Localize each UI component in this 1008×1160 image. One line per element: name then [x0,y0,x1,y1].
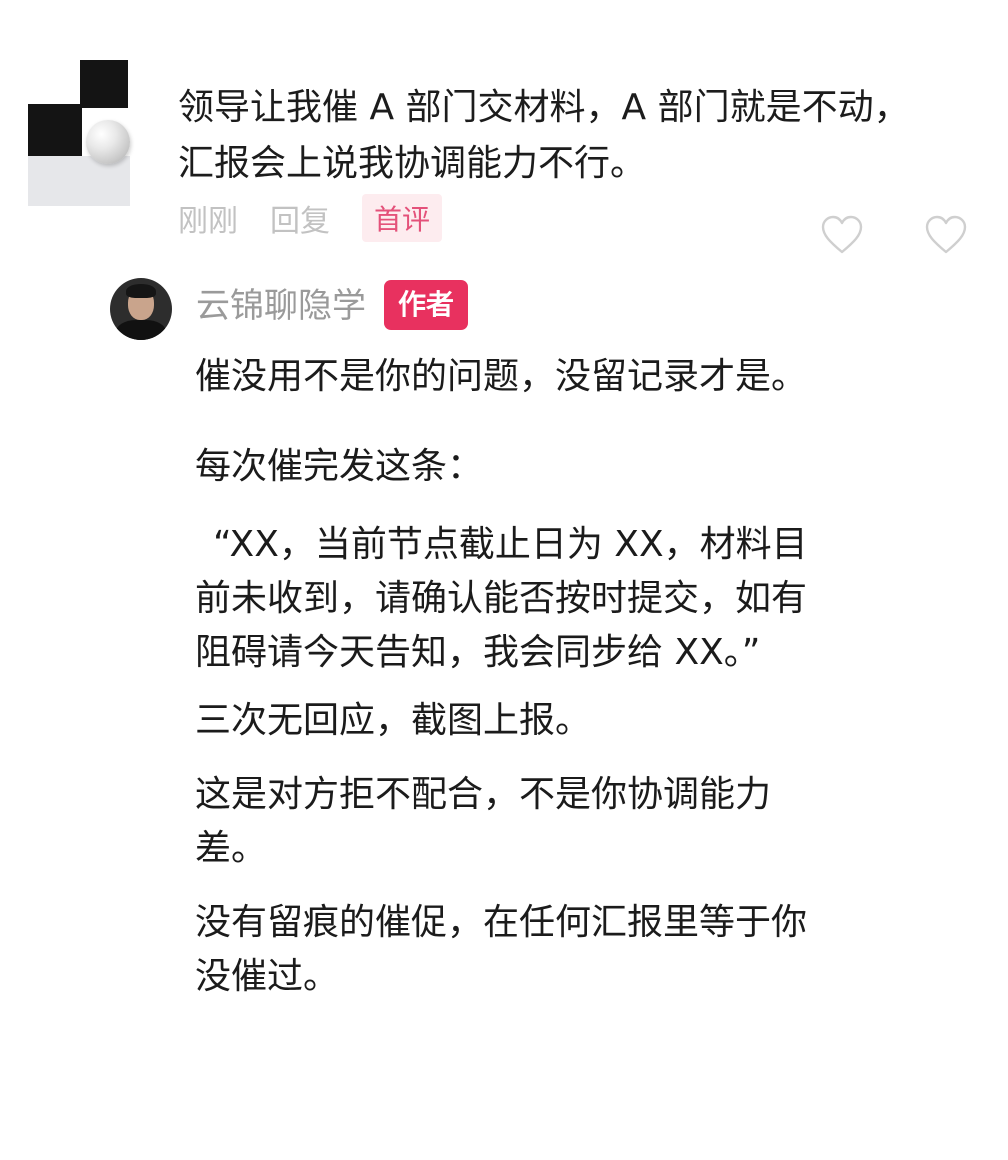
reply-paragraph: 这是对方拒不配合，不是你协调能力 差。 [195,768,855,876]
comment-text: 领导让我催 A 部门交材料，A 部门就是不动， 汇报会上说我协调能力不行。 [178,80,978,192]
comment-line: 领导让我催 A 部门交材料，A 部门就是不动， [178,87,910,128]
reply-line: 每次催完发这条： [195,446,484,487]
top-comment: 领导让我催 A 部门交材料，A 部门就是不动， 汇报会上说我协调能力不行。 刚刚… [0,0,1008,270]
comment-meta: 刚刚 回复 首评 [178,194,443,242]
author-name[interactable]: 云锦聊隐学 [196,284,366,328]
first-comment-tag: 首评 [362,194,443,242]
reply-body: 催没用不是你的问题，没留记录才是。 每次催完发这条： “XX，当前节点截止日为 … [195,350,855,1004]
comment-time: 刚刚 [178,204,238,239]
heart-icon [821,215,863,254]
comment-line: 汇报会上说我协调能力不行。 [178,143,647,184]
reply-line: 三次无回应，截图上报。 [195,700,592,741]
like-heart-icon[interactable] [924,214,968,256]
comment-thread: 领导让我催 A 部门交材料，A 部门就是不动， 汇报会上说我协调能力不行。 刚刚… [0,0,1008,1160]
reply-line: 没有留痕的催促，在任何汇报里等于你 [195,902,808,943]
reply-line: 前未收到，请确认能否按时提交，如有 [195,578,808,619]
author-badge: 作者 [384,280,469,330]
avatar-block [28,156,130,206]
like-heart-icon[interactable] [820,214,864,256]
reply-line: 差。 [195,828,268,869]
reply-paragraph: 每次催完发这条： [195,440,855,494]
reply-line: 阻碍请今天告知，我会同步给 XX。” [195,632,761,673]
reply-line: 没催过。 [195,956,340,997]
avatar-block [80,60,128,108]
reply-paragraph: 没有留痕的催促，在任何汇报里等于你 没催过。 [195,896,855,1004]
reply-line: 这是对方拒不配合，不是你协调能力 [195,774,772,815]
avatar-body [116,320,166,340]
reply-line: 催没用不是你的问题，没留记录才是。 [195,356,808,397]
heart-icon [925,215,967,254]
reply-button[interactable]: 回复 [270,196,330,240]
reply-line: “XX，当前节点截止日为 XX，材料目 [213,524,808,565]
author-avatar[interactable] [110,278,172,340]
avatar-block [28,104,82,156]
reply-paragraph: 三次无回应，截图上报。 [195,694,855,748]
reply-paragraph: “XX，当前节点截止日为 XX，材料目 [195,518,855,572]
avatar-hair [126,284,156,298]
avatar-sphere [86,120,130,164]
reply-paragraph: 催没用不是你的问题，没留记录才是。 [195,350,855,404]
commenter-avatar[interactable] [28,60,130,206]
